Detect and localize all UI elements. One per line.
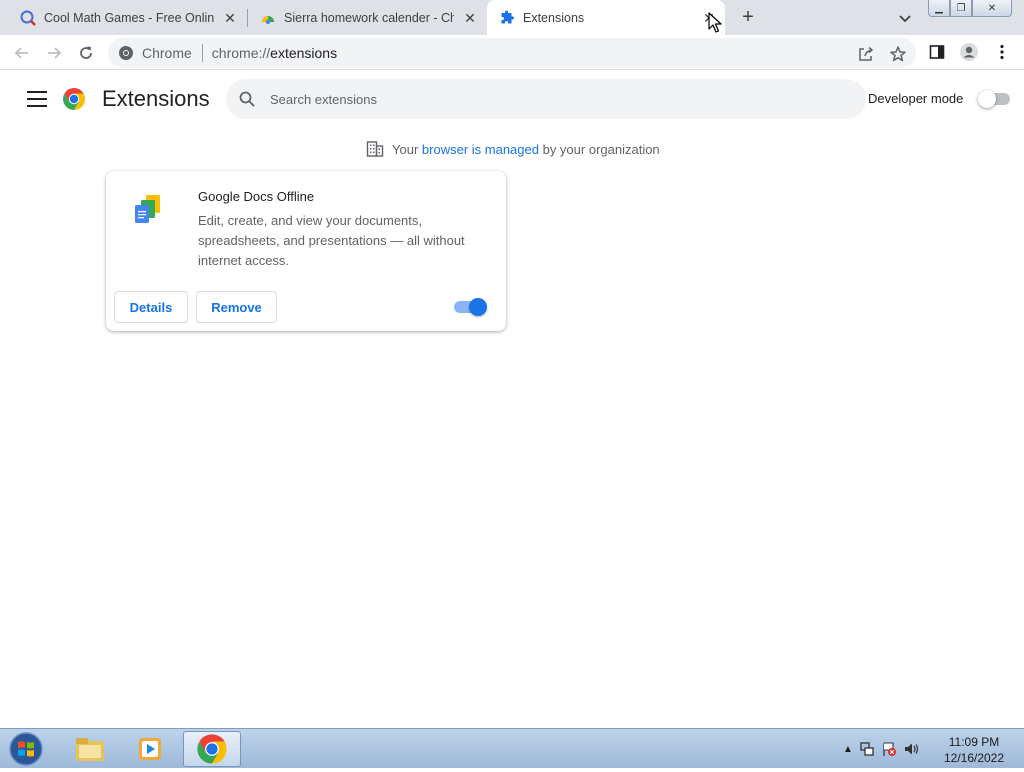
volume-icon[interactable] [903,741,921,757]
site-chip[interactable]: Chrome [118,45,192,61]
clock-date: 12/16/2022 [943,751,1005,765]
browser-toolbar: Chrome chrome://extensions [0,35,1024,70]
extension-enabled-toggle[interactable] [454,298,488,316]
folder-icon [76,738,104,761]
remove-button[interactable]: Remove [196,291,277,323]
toggle-knob [469,298,487,316]
tab-extensions[interactable]: Extensions ✕ [487,0,725,35]
chrome-site-icon [119,46,133,60]
chrome-taskbar-icon [197,734,227,764]
extension-name: Google Docs Offline [198,189,315,204]
search-icon [239,91,255,107]
tab-title: Extensions [523,10,585,25]
windows-logo-icon [9,732,43,766]
bookmark-star-icon[interactable] [889,45,907,63]
search-extensions-box[interactable] [226,79,866,119]
chrome-web-store-icon [260,10,276,26]
chrome-logo-icon [62,87,86,111]
extension-card-google-docs-offline: Google Docs Offline Edit, create, and vi… [106,171,506,331]
close-window-icon[interactable]: ✕ [972,0,1012,17]
action-center-flag-icon[interactable] [881,741,897,757]
url-path: extensions [270,45,338,61]
taskbar-file-explorer[interactable] [61,731,119,767]
menu-kebab-icon[interactable] [992,42,1012,62]
puzzle-icon [499,9,515,26]
url-scheme: chrome:// [211,45,271,61]
side-panel-icon[interactable] [928,43,948,63]
page-title: Extensions [102,86,210,111]
tab-strip: Cool Math Games - Free Online M ✕ Sierra… [0,0,1024,35]
tab-title: Cool Math Games - Free Online M [44,10,214,25]
taskbar-media-player[interactable] [121,731,179,767]
coolmath-icon [20,10,36,26]
tab-search-chevron-icon[interactable] [896,9,914,27]
share-icon[interactable] [857,45,875,63]
url-text: chrome://extensions [212,45,337,61]
taskbar-clock[interactable]: 11:09 PM 12/16/2022 [938,734,1010,766]
tab-sierra-homework[interactable]: Sierra homework calender - Chro ✕ [248,0,486,35]
tray-expand-icon[interactable]: ▲ [843,744,853,755]
media-player-icon [139,738,161,760]
site-chip-label: Chrome [142,45,192,61]
browser-managed-link[interactable]: browser is managed [422,142,539,157]
managed-suffix: by your organization [542,141,660,157]
system-tray: ▲ [843,731,921,767]
tab-close-icon[interactable]: ✕ [462,10,478,26]
details-button[interactable]: Details [114,291,188,323]
extension-description: Edit, create, and view your documents, s… [198,213,465,268]
start-button[interactable] [6,731,46,767]
window-controls: ▁ ❐ ✕ [928,0,1012,17]
managed-prefix: Your [392,141,419,157]
back-arrow-icon[interactable] [9,40,35,66]
tab-close-icon[interactable]: ✕ [222,10,238,26]
forward-arrow-icon[interactable] [41,40,67,66]
developer-mode-toggle[interactable] [978,90,1010,108]
omnibox-divider [201,44,203,62]
tab-cool-math-games[interactable]: Cool Math Games - Free Online M ✕ [0,0,246,35]
hamburger-menu-icon[interactable] [27,91,47,107]
address-bar[interactable]: Chrome chrome://extensions [108,38,916,68]
managed-notice: Your browser is managed by your organiza… [366,140,660,158]
windows-taskbar: ▲ 11:09 PM 12/16/2022 [0,728,1024,768]
search-input[interactable] [270,91,830,107]
new-tab-icon[interactable]: + [737,7,759,29]
profile-avatar-icon[interactable] [959,42,979,62]
clock-time: 11:09 PM [948,735,1000,749]
network-icon[interactable] [859,741,875,757]
minimize-icon[interactable]: ▁ [928,0,950,17]
mouse-cursor-icon [708,12,722,34]
toggle-knob [978,90,996,108]
reload-icon[interactable] [73,40,99,66]
tab-title: Sierra homework calender - Chro [284,10,454,25]
developer-mode-label: Developer mode [868,91,964,106]
google-docs-offline-icon [132,193,168,229]
restore-icon[interactable]: ❐ [950,0,972,17]
building-icon [366,141,384,157]
taskbar-chrome[interactable] [183,731,241,767]
